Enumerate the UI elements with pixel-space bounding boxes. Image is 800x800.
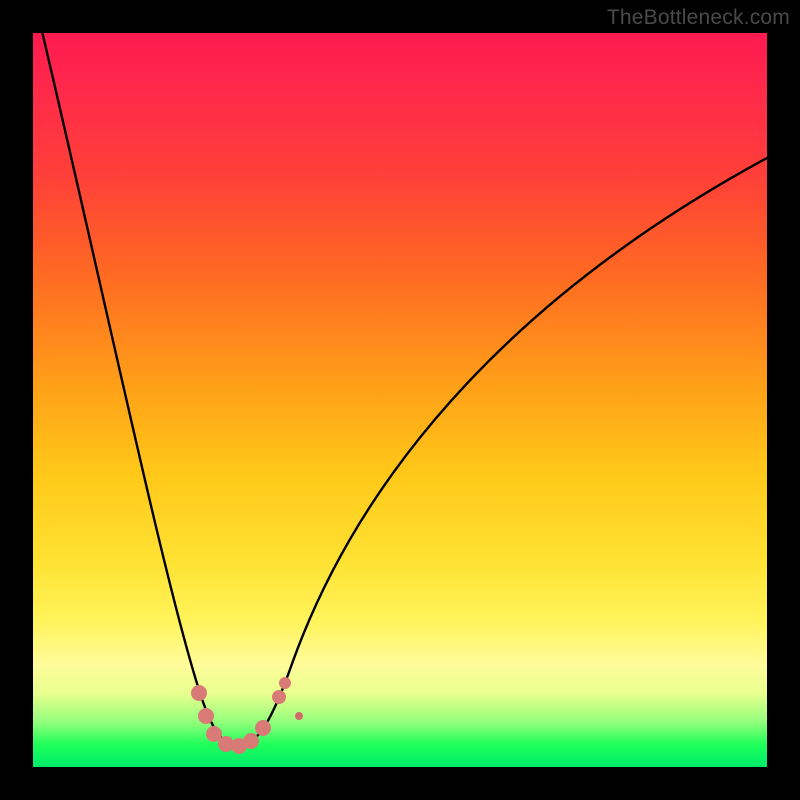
marker-dot <box>295 712 303 720</box>
chart-area <box>33 33 767 767</box>
marker-dot <box>243 733 259 749</box>
marker-dot <box>198 708 214 724</box>
curve-markers <box>191 677 303 754</box>
chart-svg <box>33 33 767 767</box>
marker-dot <box>279 677 291 689</box>
bottleneck-curve <box>33 33 767 746</box>
marker-dot <box>191 685 207 701</box>
marker-dot <box>255 720 271 736</box>
watermark-text: TheBottleneck.com <box>607 6 790 30</box>
marker-dot <box>272 690 286 704</box>
